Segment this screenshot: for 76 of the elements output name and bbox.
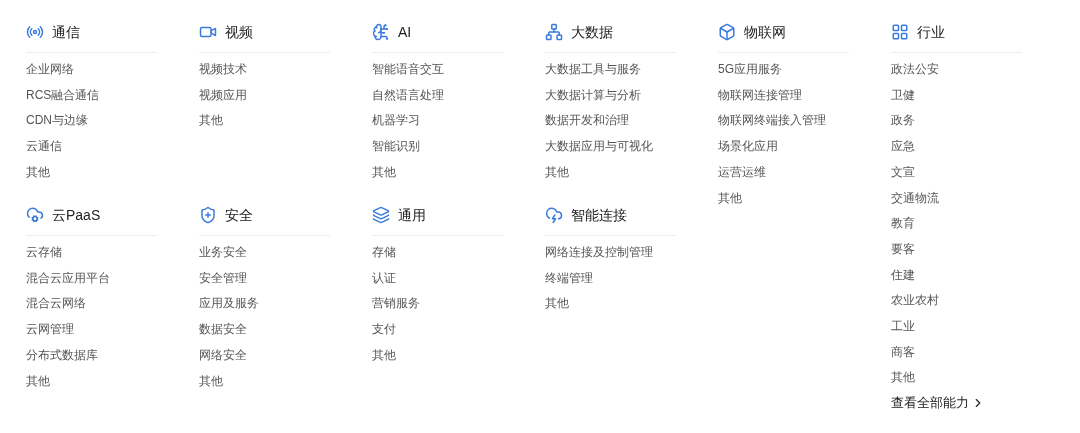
category-title: 视频 (225, 22, 253, 42)
menu-item[interactable]: 认证 (372, 265, 396, 292)
menu-item[interactable]: 应急 (891, 134, 915, 160)
menu-item[interactable]: 其他 (199, 108, 223, 135)
category-title: AI (398, 22, 412, 42)
menu-item[interactable]: 大数据计算与分析 (545, 82, 641, 109)
menu-item[interactable]: 文宣 (891, 159, 915, 186)
category-title: 行业 (917, 22, 945, 42)
menu-item[interactable]: 物联网终端接入管理 (718, 108, 826, 135)
menu-item[interactable]: 商客 (891, 339, 915, 366)
menu-item[interactable]: 其他 (199, 368, 223, 395)
menu-item[interactable]: 支付 (372, 317, 396, 343)
shield-plus-icon (199, 206, 217, 224)
menu-item[interactable]: 大数据应用与可视化 (545, 134, 653, 160)
menu-item[interactable]: 其他 (891, 365, 915, 392)
menu-item[interactable]: 5G应用服务 (718, 57, 782, 83)
menu-item[interactable]: 混合云应用平台 (26, 265, 110, 292)
menu-item[interactable]: 终端管理 (545, 265, 593, 292)
menu-item[interactable]: 住建 (891, 262, 915, 289)
menu-item[interactable]: 其他 (26, 368, 50, 395)
menu-item[interactable]: 农业农村 (891, 288, 939, 315)
menu-item[interactable]: 视频技术 (199, 57, 247, 83)
menu-item[interactable]: CDN与边缘 (26, 108, 88, 135)
category-title: 物联网 (744, 22, 786, 42)
menu-item[interactable]: 数据安全 (199, 317, 247, 343)
menu-item[interactable]: 其他 (545, 291, 569, 318)
menu-item[interactable]: 视频应用 (199, 82, 247, 109)
radio-icon (26, 23, 44, 41)
menu-item[interactable]: 其他 (372, 159, 396, 186)
menu-item[interactable]: 场景化应用 (718, 134, 778, 160)
menu-item[interactable]: 云通信 (26, 134, 62, 160)
menu-item[interactable]: 其他 (718, 185, 742, 212)
menu-item[interactable]: 云存储 (26, 240, 62, 266)
menu-item[interactable]: 政法公安 (891, 57, 939, 83)
category-title: 通信 (52, 22, 80, 42)
menu-item[interactable]: 运营运维 (718, 159, 766, 186)
category-title: 云PaaS (52, 205, 101, 225)
menu-item[interactable]: 数据开发和治理 (545, 108, 629, 135)
grid-icon (891, 23, 909, 41)
menu-item[interactable]: 自然语言处理 (372, 82, 444, 109)
category-title: 大数据 (571, 22, 613, 42)
menu-item[interactable]: 工业 (891, 314, 915, 340)
cloud-icon (26, 206, 44, 224)
view-all-link[interactable]: 查看全部能力 (891, 391, 985, 416)
menu-item[interactable]: 智能语音交互 (372, 57, 444, 83)
menu-item[interactable]: 其他 (545, 159, 569, 186)
menu-item[interactable]: 云网管理 (26, 317, 74, 343)
menu-item[interactable]: 企业网络 (26, 57, 74, 83)
menu-item[interactable]: 智能识别 (372, 134, 420, 160)
menu-item[interactable]: 营销服务 (372, 291, 420, 318)
menu-item[interactable]: 网络安全 (199, 342, 247, 369)
menu-item[interactable]: 安全管理 (199, 265, 247, 292)
menu-item[interactable]: 交通物流 (891, 185, 939, 212)
menu-item[interactable]: 大数据工具与服务 (545, 57, 641, 83)
menu-item[interactable]: 应用及服务 (199, 291, 259, 318)
menu-item[interactable]: 其他 (26, 159, 50, 186)
cube-icon (718, 23, 736, 41)
category-title: 安全 (225, 205, 253, 225)
menu-item[interactable]: 政务 (891, 108, 915, 135)
menu-item[interactable]: 分布式数据库 (26, 342, 98, 369)
menu-item[interactable]: RCS融合通信 (26, 82, 100, 109)
menu-item[interactable]: 要客 (891, 236, 915, 263)
category-title: 智能连接 (571, 205, 627, 225)
menu-item[interactable]: 机器学习 (372, 108, 420, 135)
menu-item[interactable]: 教育 (891, 211, 915, 237)
menu-item[interactable]: 混合云网络 (26, 291, 86, 318)
layers-icon (372, 206, 390, 224)
menu-item[interactable]: 业务安全 (199, 240, 247, 266)
menu-item[interactable]: 其他 (372, 342, 396, 369)
network-icon (545, 23, 563, 41)
menu-item[interactable]: 网络连接及控制管理 (545, 240, 653, 266)
menu-item[interactable]: 卫健 (891, 82, 915, 109)
cloud-icon (545, 206, 563, 224)
menu-item[interactable]: 物联网连接管理 (718, 82, 802, 109)
category-title: 通用 (398, 205, 426, 225)
menu-item[interactable]: 存储 (372, 240, 396, 266)
